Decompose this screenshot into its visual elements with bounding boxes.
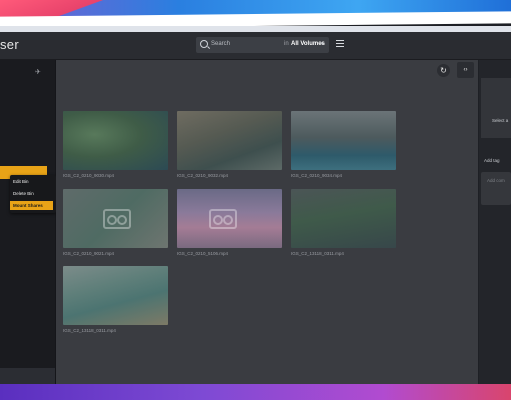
video-tile[interactable]	[177, 111, 282, 170]
decorative-bottom-band	[0, 384, 511, 400]
tag-input-placeholder: Add com	[487, 178, 505, 183]
search-input[interactable]: Search	[211, 41, 230, 47]
video-tile[interactable]	[291, 111, 396, 170]
video-filename: IGS_C2_13118_0311.mp4	[291, 251, 344, 256]
sidebar-footer	[0, 368, 55, 384]
refresh-icon[interactable]: ↻	[437, 64, 450, 77]
video-tile[interactable]	[63, 111, 168, 170]
volume-selector[interactable]: All Volumes	[291, 41, 325, 47]
video-filename: IGS_C2_0210_5106.mp4	[177, 251, 229, 256]
tag-input[interactable]	[481, 172, 511, 205]
search-icon	[200, 40, 208, 48]
video-filename: IGS_C2_0210_9032.mp4	[177, 173, 229, 178]
volume-in-label: in	[284, 41, 289, 47]
video-filename: IGS_C2_0210_9030.mp4	[63, 173, 115, 178]
video-tile[interactable]	[291, 189, 396, 248]
add-tag-label: Add tag	[484, 158, 500, 163]
collapse-panel-icon[interactable]: ‹›	[457, 62, 474, 78]
context-menu-mount-shares[interactable]: Mount Shares	[10, 201, 53, 210]
inspector-select-text: Select a	[492, 118, 509, 123]
video-placeholder-icon	[103, 209, 131, 229]
video-tile[interactable]	[63, 266, 168, 325]
video-placeholder-icon	[209, 209, 237, 229]
video-tile[interactable]	[177, 189, 282, 248]
filter-icon[interactable]	[336, 40, 344, 48]
chevron-down-icon[interactable]: ▾	[321, 41, 324, 47]
app-title: ser	[0, 37, 19, 52]
video-filename: IGS_C2_0210_9034.mp4	[291, 173, 343, 178]
video-tile[interactable]	[63, 189, 168, 248]
sidebar	[0, 60, 56, 384]
video-filename: IGS_C2_0210_9021.mp4	[63, 251, 115, 256]
video-filename: IGS_C2_13118_0311.mp4	[63, 328, 116, 333]
context-menu: Edit Bin Delete Bin Mount Shares	[10, 175, 56, 213]
pin-icon[interactable]: ✈	[35, 68, 41, 76]
inspector-preview	[481, 78, 511, 138]
context-menu-delete-bin[interactable]: Delete Bin	[13, 191, 34, 196]
context-menu-edit-bin[interactable]: Edit Bin	[13, 179, 29, 184]
